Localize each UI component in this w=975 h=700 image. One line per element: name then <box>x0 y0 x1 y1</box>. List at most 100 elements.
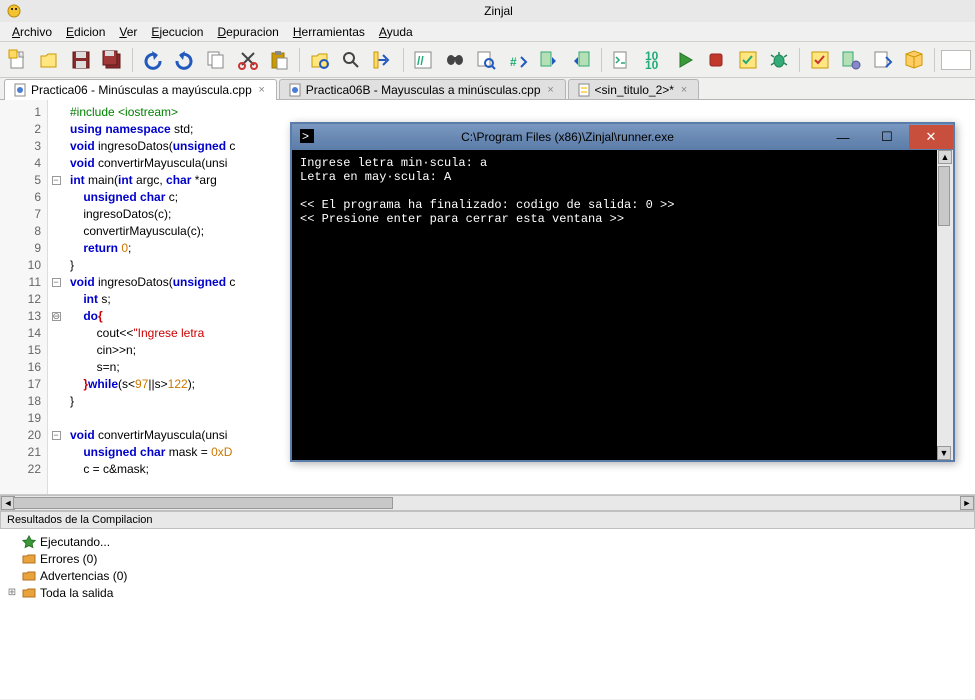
inspect-button[interactable] <box>473 46 501 74</box>
menu-herramientas[interactable]: Herramientas <box>287 24 371 40</box>
check-button[interactable] <box>734 46 762 74</box>
console-title: C:\Program Files (x86)\Zinjal\runner.exe <box>314 130 821 144</box>
folder-icon <box>22 586 36 600</box>
minimize-button[interactable]: — <box>821 125 865 149</box>
titlebar: Zinjal <box>0 0 975 22</box>
horizontal-scrollbar[interactable]: ◄ ► <box>0 495 975 511</box>
build-button[interactable]: 1010 <box>639 46 667 74</box>
fold-toggle[interactable]: − <box>52 176 61 185</box>
line-number: 17 <box>0 376 41 393</box>
console-content[interactable]: Ingrese letra min·scula: a Letra en may·… <box>292 150 937 460</box>
line-number: 22 <box>0 461 41 478</box>
toolbar: // # 1010 <box>0 42 975 78</box>
line-number: 9 <box>0 240 41 257</box>
menu-depuracion[interactable]: Depuracion <box>211 24 284 40</box>
cut-button[interactable] <box>234 46 262 74</box>
line-number: 1 <box>0 104 41 121</box>
svg-text:10: 10 <box>645 58 659 71</box>
copy-button[interactable] <box>202 46 230 74</box>
scroll-thumb[interactable] <box>13 497 393 509</box>
line-number: 20 <box>0 427 41 444</box>
tab-close-button[interactable]: × <box>256 84 268 96</box>
undo-button[interactable] <box>139 46 167 74</box>
star-icon <box>22 535 36 549</box>
tool-b-button[interactable] <box>838 46 866 74</box>
scroll-down-arrow[interactable]: ▼ <box>937 446 951 460</box>
separator <box>132 48 133 72</box>
line-number: 7 <box>0 206 41 223</box>
output-label: Advertencias (0) <box>40 569 127 583</box>
find-button[interactable] <box>337 46 365 74</box>
fold-toggle[interactable]: − <box>52 278 61 287</box>
tool-a-button[interactable] <box>806 46 834 74</box>
fold-toggle[interactable]: ⊖ <box>52 312 61 321</box>
save-button[interactable] <box>67 46 95 74</box>
tab-close-button[interactable]: × <box>545 84 557 96</box>
console-scrollbar[interactable]: ▲ ▼ <box>937 150 953 460</box>
output-row[interactable]: Errores (0) <box>4 550 971 567</box>
line-number: 19 <box>0 410 41 427</box>
svg-text://: // <box>417 54 424 68</box>
hash-button[interactable]: # <box>504 46 532 74</box>
line-number: 18 <box>0 393 41 410</box>
menu-ver[interactable]: Ver <box>113 24 143 40</box>
line-number: 15 <box>0 342 41 359</box>
line-number: 5 <box>0 172 41 189</box>
file-tab[interactable]: <sin_titulo_2>*× <box>568 79 699 99</box>
line-number: 6 <box>0 189 41 206</box>
line-number: 3 <box>0 138 41 155</box>
line-number-gutter: 12345678910111213141516171819202122 <box>0 100 48 494</box>
fold-toggle[interactable]: − <box>52 431 61 440</box>
app-icon <box>6 3 22 19</box>
line-number: 12 <box>0 291 41 308</box>
comment-button[interactable]: // <box>410 46 438 74</box>
stop-button[interactable] <box>702 46 730 74</box>
menu-edicion[interactable]: Edicion <box>60 24 111 40</box>
output-row[interactable]: Ejecutando... <box>4 533 971 550</box>
file-tab[interactable]: Practica06 - Minúsculas a mayúscula.cpp × <box>4 79 277 100</box>
output-row[interactable]: Advertencias (0) <box>4 567 971 584</box>
line-number: 10 <box>0 257 41 274</box>
scroll-up-arrow[interactable]: ▲ <box>938 150 952 164</box>
separator <box>799 48 800 72</box>
scroll-thumb[interactable] <box>938 166 950 226</box>
line-number: 21 <box>0 444 41 461</box>
file-icon <box>288 83 302 97</box>
bookmark-next-button[interactable] <box>567 46 595 74</box>
maximize-button[interactable]: ☐ <box>865 125 909 149</box>
file-tab[interactable]: Practica06B - Mayusculas a minúsculas.cp… <box>279 79 566 99</box>
output-row[interactable]: ⊞ Toda la salida <box>4 584 971 601</box>
tab-label: Practica06 - Minúsculas a mayúscula.cpp <box>31 83 252 97</box>
tool-c-button[interactable] <box>869 46 897 74</box>
line-number: 4 <box>0 155 41 172</box>
folder-icon <box>22 569 36 583</box>
bookmark-prev-button[interactable] <box>536 46 564 74</box>
open-file-button[interactable] <box>36 46 64 74</box>
open-project-button[interactable] <box>306 46 334 74</box>
debug-button[interactable] <box>766 46 794 74</box>
console-titlebar[interactable]: > C:\Program Files (x86)\Zinjal\runner.e… <box>292 124 953 150</box>
quick-search-input[interactable] <box>941 50 971 70</box>
close-button[interactable]: ✕ <box>909 125 953 149</box>
help-button[interactable] <box>901 46 929 74</box>
output-label: Toda la salida <box>40 586 113 600</box>
menu-archivo[interactable]: Archivo <box>6 24 58 40</box>
binoculars-button[interactable] <box>441 46 469 74</box>
tree-expand-toggle[interactable]: ⊞ <box>6 587 18 598</box>
compile-button[interactable] <box>608 46 636 74</box>
new-file-button[interactable] <box>4 46 32 74</box>
save-all-button[interactable] <box>99 46 127 74</box>
fold-column: − − ⊖ − <box>48 100 64 494</box>
menu-ejecucion[interactable]: Ejecucion <box>145 24 209 40</box>
console-window[interactable]: > C:\Program Files (x86)\Zinjal\runner.e… <box>290 122 955 462</box>
scroll-right-arrow[interactable]: ► <box>960 496 974 510</box>
paste-button[interactable] <box>265 46 293 74</box>
tab-close-button[interactable]: × <box>678 84 690 96</box>
svg-text:#: # <box>510 55 517 69</box>
separator <box>601 48 602 72</box>
separator <box>299 48 300 72</box>
goto-button[interactable] <box>369 46 397 74</box>
run-button[interactable] <box>671 46 699 74</box>
redo-button[interactable] <box>171 46 199 74</box>
menu-ayuda[interactable]: Ayuda <box>373 24 419 40</box>
